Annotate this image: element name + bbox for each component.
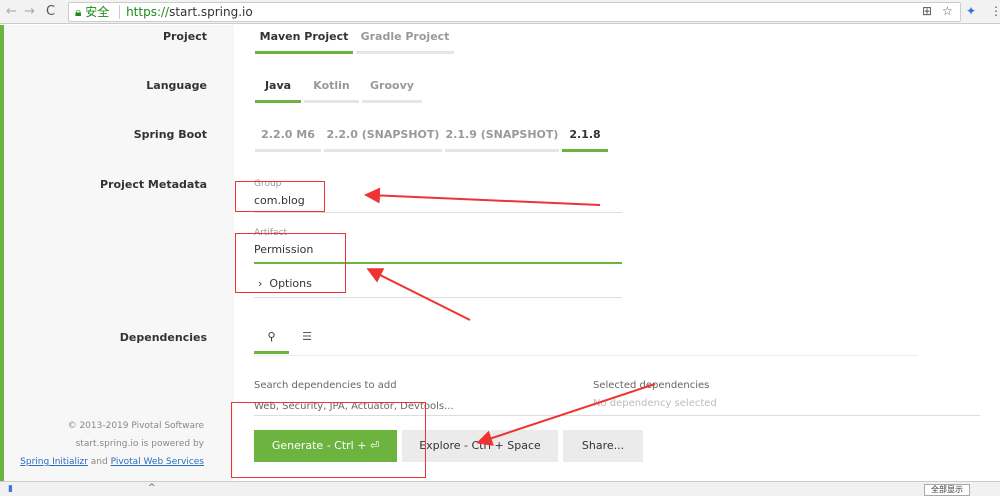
search-icon: ⚲ <box>267 330 276 343</box>
translate-icon[interactable]: ⊞ <box>922 4 932 18</box>
options-underline <box>254 297 622 298</box>
deps-tab-underline <box>254 355 918 356</box>
reload-icon[interactable]: C <box>46 4 55 19</box>
annotation-box-artifact <box>235 233 346 293</box>
project-label: Project <box>162 30 207 43</box>
copyright: © 2013-2019 Pivotal Software <box>67 421 204 431</box>
secure-label: 安全 <box>85 5 110 19</box>
address-bar[interactable]: 🔒︎ 安全 https://start.spring.io <box>68 2 961 22</box>
forward-icon[interactable]: → <box>24 4 35 19</box>
tab-boot-220-snapshot[interactable]: 2.2.0 (SNAPSHOT) <box>324 128 442 152</box>
powered-by: start.spring.io is powered by <box>75 439 204 449</box>
pivotal-web-services-link[interactable]: Pivotal Web Services <box>111 457 204 467</box>
star-icon[interactable]: ☆ <box>942 4 953 18</box>
url: https://start.spring.io <box>119 5 253 19</box>
extension-icon[interactable]: ✦ <box>966 4 976 18</box>
group-underline <box>254 212 622 213</box>
browser-toolbar: ← → C 🔒︎ 安全 https://start.spring.io ⊞ ☆ … <box>0 0 1000 24</box>
spring-boot-label: Spring Boot <box>133 128 207 141</box>
annotation-box-group <box>235 181 325 212</box>
file-icon: ▮ <box>8 484 13 494</box>
spring-initializr-link[interactable]: Spring Initializr <box>20 457 88 467</box>
search-tab[interactable]: ⚲ <box>254 330 289 354</box>
powered-links: Spring Initializr and Pivotal Web Servic… <box>20 457 204 467</box>
project-metadata-label: Project Metadata <box>100 178 207 191</box>
chevron-up-icon[interactable]: ^ <box>148 483 156 493</box>
tab-gradle-project[interactable]: Gradle Project <box>356 30 454 54</box>
show-all-button[interactable]: 全部显示 <box>924 484 970 496</box>
tab-java[interactable]: Java <box>255 79 301 103</box>
dependencies-label: Dependencies <box>119 331 207 344</box>
tab-boot-218[interactable]: 2.1.8 <box>562 128 608 152</box>
annotation-box-generate <box>231 402 426 478</box>
lock-icon: 🔒︎ <box>75 5 82 19</box>
tab-kotlin[interactable]: Kotlin <box>304 79 359 103</box>
tab-groovy[interactable]: Groovy <box>362 79 422 103</box>
list-tab[interactable]: ☰ <box>292 330 322 354</box>
share-button[interactable]: Share... <box>563 430 643 462</box>
language-label: Language <box>146 79 207 92</box>
download-bar: ▮ ^ 全部显示 <box>0 481 1000 496</box>
list-icon: ☰ <box>302 330 312 343</box>
back-icon[interactable]: ← <box>6 4 17 19</box>
tab-boot-220m6[interactable]: 2.2.0 M6 <box>255 128 321 152</box>
menu-icon[interactable]: ⋮ <box>990 4 1000 18</box>
search-deps-label: Search dependencies to add <box>254 380 397 391</box>
tab-boot-219-snapshot[interactable]: 2.1.9 (SNAPSHOT) <box>445 128 559 152</box>
sidebar <box>4 25 234 481</box>
no-deps-text: No dependency selected <box>593 398 717 409</box>
selected-deps-label: Selected dependencies <box>593 380 710 391</box>
tab-maven-project[interactable]: Maven Project <box>255 30 353 54</box>
